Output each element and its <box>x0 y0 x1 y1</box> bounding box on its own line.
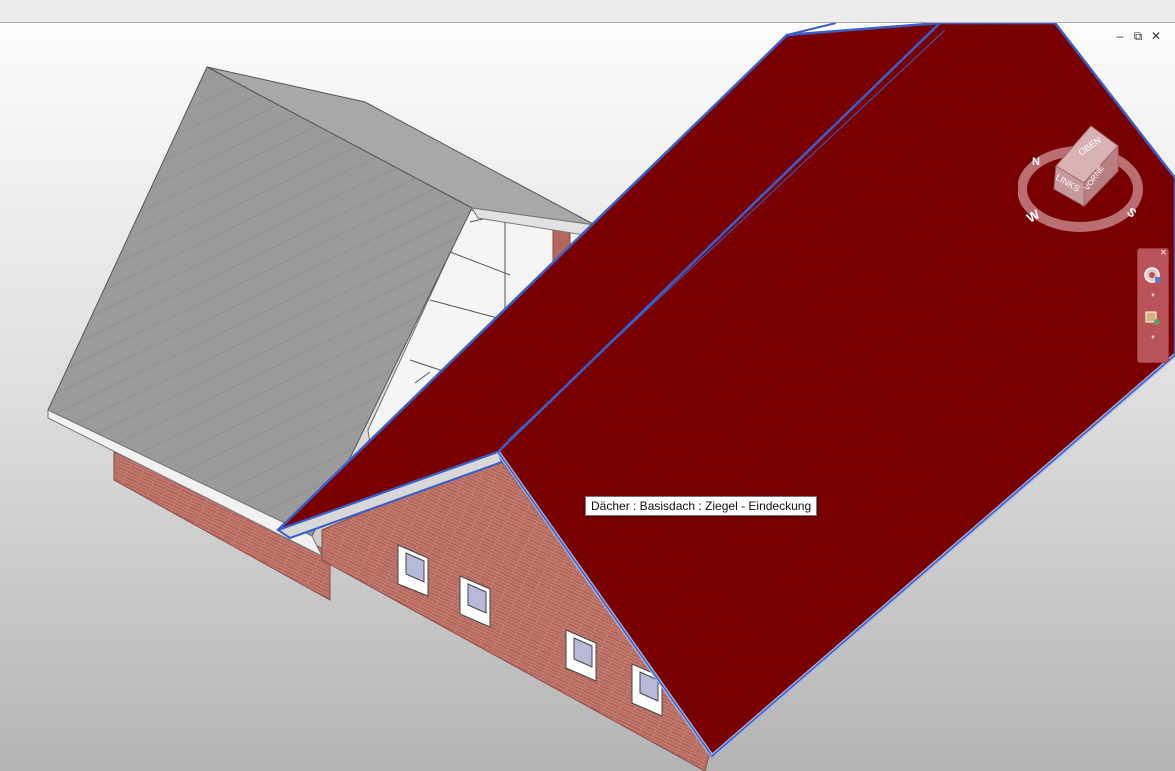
element-tooltip: Dächer : Basisdach : Ziegel - Eindeckung <box>585 496 818 516</box>
steering-wheel-icon[interactable] <box>1142 265 1164 289</box>
navigation-bar[interactable]: ✕ ▼ ▼ <box>1137 248 1169 363</box>
restore-button[interactable]: ⧉ <box>1131 29 1145 43</box>
steering-wheel-dropdown-icon[interactable]: ▼ <box>1149 293 1157 299</box>
3d-viewport[interactable]: – ⧉ ✕ OBEN LINKS VORNE N W S ✕ ▼ ▼ Däche… <box>0 23 1175 771</box>
building-model[interactable] <box>0 23 1175 771</box>
view-title-strip <box>0 0 1175 23</box>
minimize-button[interactable]: – <box>1113 29 1127 43</box>
navbar-close-icon[interactable]: ✕ <box>1159 248 1168 257</box>
zoom-dropdown-icon[interactable]: ▼ <box>1149 335 1157 341</box>
compass-north[interactable]: N <box>1032 156 1040 168</box>
viewcube[interactable]: OBEN LINKS VORNE N W S <box>1018 121 1146 236</box>
zoom-icon[interactable] <box>1142 307 1164 331</box>
close-button[interactable]: ✕ <box>1149 29 1163 43</box>
